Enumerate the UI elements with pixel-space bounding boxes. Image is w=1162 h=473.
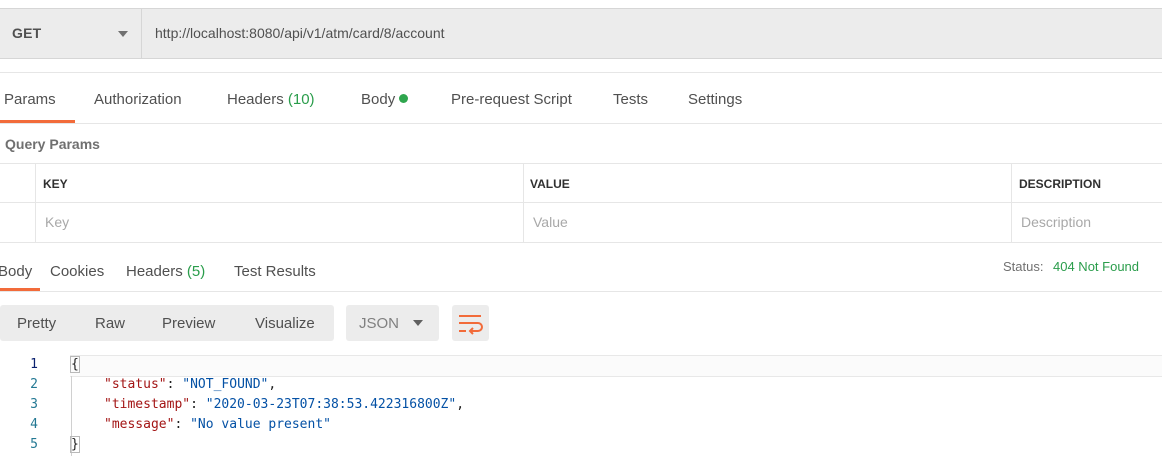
code-line: { <box>70 356 80 373</box>
wrap-lines-button[interactable] <box>452 305 489 341</box>
json-value: "2020-03-23T07:38:53.422316800Z" <box>205 397 457 412</box>
tab-headers-label: Headers <box>227 91 284 108</box>
chevron-down-icon <box>118 31 128 37</box>
line-number: 1 <box>30 357 38 372</box>
tab-body[interactable]: Body <box>361 91 409 108</box>
line-number: 2 <box>30 377 38 392</box>
json-value: "NOT_FOUND" <box>182 377 269 392</box>
column-divider <box>1011 164 1012 242</box>
format-label: JSON <box>359 315 400 332</box>
json-comma: , <box>456 397 465 412</box>
json-value: "No value present" <box>190 417 331 432</box>
request-bar: GET http://localhost:8080/api/v1/atm/car… <box>0 8 1162 59</box>
tab-authorization[interactable]: Authorization <box>94 91 182 108</box>
method-label: GET <box>12 25 42 41</box>
code-line: } <box>70 436 80 453</box>
tab-body-label: Body <box>361 91 396 108</box>
modified-dot-icon <box>399 94 409 103</box>
line-number: 3 <box>30 397 38 412</box>
row-divider <box>0 202 1162 203</box>
tab-tests[interactable]: Tests <box>613 91 648 108</box>
chevron-down-icon <box>413 320 423 326</box>
json-key: "status" <box>104 377 167 392</box>
code-line: "message": "No value present" <box>104 417 331 432</box>
tab-headers-count: (10) <box>287 91 315 108</box>
description-input[interactable]: Description <box>1021 214 1091 230</box>
response-tab-headers-label: Headers <box>126 263 183 280</box>
response-body-editor[interactable]: 1 2 3 4 5 { "status": "NOT_FOUND", "time… <box>0 352 1162 473</box>
response-tab-test-results[interactable]: Test Results <box>234 263 316 280</box>
response-tab-headers-count: (5) <box>186 263 206 280</box>
code-line: "status": "NOT_FOUND", <box>104 377 276 392</box>
request-tabs: Params Authorization Headers (10) Body P… <box>0 72 1162 124</box>
tab-params[interactable]: Params <box>4 91 56 108</box>
view-mode-group: Pretty Raw Preview Visualize <box>0 305 334 341</box>
preview-button[interactable]: Preview <box>162 315 215 332</box>
pretty-button[interactable]: Pretty <box>17 315 56 332</box>
column-header-key: KEY <box>43 177 68 191</box>
status-label: Status: <box>1003 259 1044 274</box>
json-colon: : <box>174 417 191 432</box>
response-tab-body[interactable]: Body <box>0 263 32 280</box>
raw-button[interactable]: Raw <box>95 315 125 332</box>
column-header-description: DESCRIPTION <box>1019 177 1102 191</box>
visualize-button[interactable]: Visualize <box>255 315 315 332</box>
url-input[interactable]: http://localhost:8080/api/v1/atm/card/8/… <box>155 25 445 41</box>
tab-headers[interactable]: Headers (10) <box>227 91 315 108</box>
response-tabs: Body Cookies Headers (5) Test Results St… <box>0 241 1162 292</box>
open-brace: { <box>70 356 80 373</box>
line-number: 4 <box>30 417 38 432</box>
key-input[interactable]: Key <box>45 214 69 230</box>
tab-pre-request-script[interactable]: Pre-request Script <box>451 91 572 108</box>
method-select[interactable]: GET <box>0 9 142 58</box>
current-line-highlight <box>70 355 1162 377</box>
query-params-table: KEY VALUE DESCRIPTION Key Value Descript… <box>0 163 1162 243</box>
code-line: "timestamp": "2020-03-23T07:38:53.422316… <box>104 397 464 412</box>
close-brace: } <box>70 436 80 453</box>
column-header-value: VALUE <box>530 177 570 191</box>
wrap-lines-icon <box>459 315 483 335</box>
response-tab-cookies[interactable]: Cookies <box>50 263 104 280</box>
response-tab-headers[interactable]: Headers (5) <box>126 263 205 280</box>
column-divider <box>35 164 36 242</box>
json-key: "message" <box>104 417 175 432</box>
status-badge: 404 Not Found <box>1053 259 1140 274</box>
line-number: 5 <box>30 437 38 452</box>
json-colon: : <box>166 377 183 392</box>
column-divider <box>523 164 524 242</box>
json-comma: , <box>268 377 277 392</box>
format-select[interactable]: JSON <box>346 305 439 341</box>
json-key: "timestamp" <box>104 397 191 412</box>
json-colon: : <box>190 397 206 412</box>
active-response-tab-indicator <box>0 288 40 291</box>
tab-settings[interactable]: Settings <box>688 91 742 108</box>
active-tab-indicator <box>0 120 75 123</box>
value-input[interactable]: Value <box>533 214 568 230</box>
query-params-title: Query Params <box>5 136 100 152</box>
